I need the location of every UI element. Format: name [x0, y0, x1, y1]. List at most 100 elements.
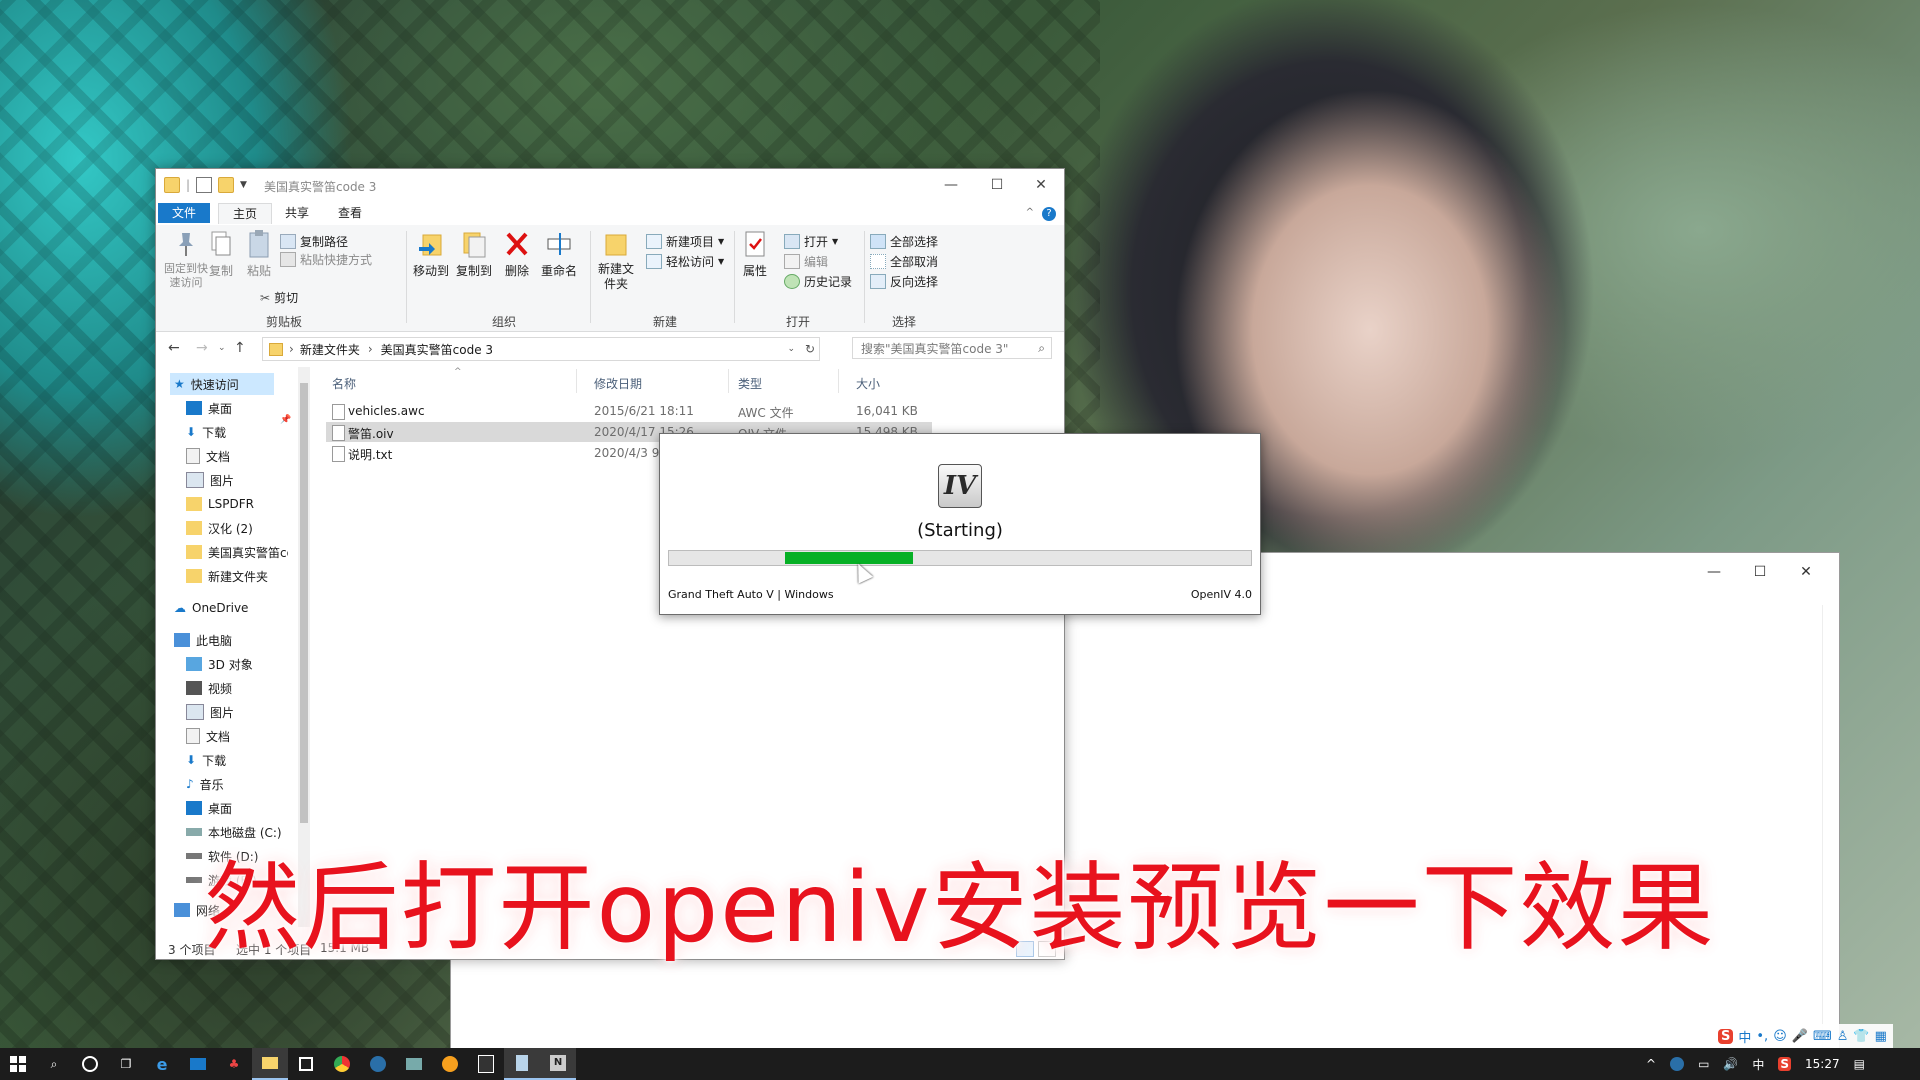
customize-dropdown-icon[interactable]: ▼: [240, 180, 247, 190]
nav-3d-objects[interactable]: 3D 对象: [186, 653, 253, 675]
taskbar-app-openiv[interactable]: N: [540, 1048, 576, 1080]
nav-desktop[interactable]: 桌面: [186, 397, 232, 419]
column-divider[interactable]: [728, 369, 729, 393]
easy-access-button[interactable]: 轻松访问 ▼: [646, 253, 724, 270]
nav-downloads[interactable]: ⬇ 下载: [186, 421, 226, 443]
cut-button[interactable]: ✂ 剪切: [260, 289, 298, 306]
refresh-icon[interactable]: ↻: [805, 342, 815, 356]
move-to-button[interactable]: 移动到: [411, 229, 451, 279]
steam-tray-icon[interactable]: [1670, 1057, 1685, 1071]
select-all-button[interactable]: 全部选择: [870, 233, 938, 250]
nav-documents[interactable]: 文档: [186, 445, 230, 467]
skin-icon[interactable]: 👕: [1853, 1029, 1869, 1044]
column-divider[interactable]: [838, 369, 839, 393]
taskbar-app-notepad[interactable]: [504, 1048, 540, 1080]
sogou-tray-icon[interactable]: S: [1778, 1057, 1792, 1071]
title-bar[interactable]: | ▼ 美国真实警笛code 3 — ☐ ✕: [156, 169, 1064, 201]
taskbar-app-explorer[interactable]: [252, 1048, 288, 1080]
taskbar-app-chrome[interactable]: [324, 1048, 360, 1080]
clock[interactable]: 15:27: [1805, 1057, 1840, 1071]
openiv-dialog[interactable]: IV (Starting) Grand Theft Auto V | Windo…: [659, 433, 1261, 615]
column-header-name[interactable]: 名称: [332, 375, 356, 392]
new-item-button[interactable]: 新建项目 ▼: [646, 233, 724, 250]
collapse-ribbon-icon[interactable]: ^: [1026, 207, 1034, 218]
volume-icon[interactable]: 🔊: [1723, 1057, 1738, 1071]
nav-new-folder[interactable]: 新建文件夹: [186, 565, 268, 587]
copy-to-button[interactable]: 复制到: [454, 229, 494, 279]
nav-documents-pc[interactable]: 文档: [186, 725, 230, 747]
user-icon[interactable]: ♙: [1837, 1029, 1849, 1044]
paste-button[interactable]: 粘贴: [244, 229, 274, 279]
recent-locations-icon[interactable]: ⌄: [218, 343, 226, 353]
column-header-size[interactable]: 大小: [856, 375, 880, 392]
notification-icon[interactable]: ▤: [1854, 1057, 1865, 1071]
taskbar-app-store[interactable]: [288, 1048, 324, 1080]
back-button[interactable]: ←: [168, 340, 180, 356]
tab-view[interactable]: 查看: [324, 203, 376, 223]
network-icon[interactable]: ▭: [1698, 1057, 1709, 1071]
properties-icon[interactable]: [196, 177, 213, 193]
address-dropdown-icon[interactable]: ⌄: [787, 344, 795, 354]
taskbar-app-epic[interactable]: [468, 1048, 504, 1080]
nav-desktop-pc[interactable]: 桌面: [186, 797, 232, 819]
nav-hanhua[interactable]: 汉化 (2): [186, 517, 253, 539]
column-header-modified[interactable]: 修改日期: [594, 375, 642, 392]
taskbar-app-mail[interactable]: [180, 1048, 216, 1080]
tab-file[interactable]: 文件: [158, 203, 211, 223]
properties-button[interactable]: 属性: [740, 229, 770, 279]
scrollbar[interactable]: [1822, 605, 1839, 1053]
delete-button[interactable]: 删除: [501, 229, 533, 279]
tray-overflow-icon[interactable]: ^: [1646, 1057, 1656, 1071]
new-folder-icon[interactable]: [218, 177, 235, 193]
help-icon[interactable]: ?: [1042, 207, 1056, 221]
select-none-button[interactable]: 全部取消: [870, 253, 938, 270]
menu-grid-icon[interactable]: ▦: [1875, 1029, 1887, 1044]
taskbar-app-edge[interactable]: e: [144, 1048, 180, 1080]
scrollbar-thumb[interactable]: [300, 383, 308, 823]
nav-music[interactable]: ♪ 音乐: [186, 773, 224, 795]
maximize-button[interactable]: ☐: [1737, 561, 1783, 583]
column-header-type[interactable]: 类型: [738, 375, 762, 392]
nav-downloads-pc[interactable]: ⬇ 下载: [186, 749, 226, 771]
minimize-button[interactable]: —: [928, 169, 974, 201]
breadcrumb-item[interactable]: 新建文件夹: [300, 341, 360, 358]
punctuation-icon[interactable]: •,: [1756, 1029, 1768, 1044]
new-folder-button[interactable]: 新建文件夹: [596, 229, 636, 292]
task-view-button[interactable]: ❐: [108, 1048, 144, 1080]
maximize-button[interactable]: ☐: [974, 169, 1020, 201]
emoji-icon[interactable]: ☺: [1773, 1029, 1787, 1044]
keyboard-icon[interactable]: ⌨: [1813, 1029, 1832, 1044]
start-button[interactable]: [0, 1048, 36, 1080]
edit-button[interactable]: 编辑: [784, 253, 828, 270]
taskbar-app-steam[interactable]: [360, 1048, 396, 1080]
search-button[interactable]: ⌕: [36, 1048, 72, 1080]
ime-toolbar[interactable]: S 中 •, ☺ 🎤 ⌨ ♙ 👕 ▦: [1712, 1024, 1893, 1048]
taskbar-app-photos[interactable]: [396, 1048, 432, 1080]
close-button[interactable]: ✕: [1018, 169, 1064, 201]
nav-pictures[interactable]: 图片: [186, 469, 234, 491]
up-button[interactable]: ↑: [234, 340, 246, 356]
taskbar-app-sunlogin[interactable]: [432, 1048, 468, 1080]
copy-button[interactable]: 复制: [206, 229, 236, 279]
paste-shortcut-button[interactable]: 粘贴快捷方式: [280, 251, 372, 268]
copy-path-button[interactable]: 复制路径: [280, 233, 348, 250]
rename-button[interactable]: 重命名: [539, 229, 579, 279]
nav-pictures-pc[interactable]: 图片: [186, 701, 234, 723]
cortana-button[interactable]: [72, 1048, 108, 1080]
tab-home[interactable]: 主页: [218, 203, 273, 224]
microphone-icon[interactable]: 🎤: [1792, 1029, 1808, 1044]
tab-share[interactable]: 共享: [271, 203, 323, 223]
column-divider[interactable]: [576, 369, 577, 393]
history-button[interactable]: 历史记录: [784, 273, 852, 290]
pin-quick-access-button[interactable]: 固定到快速访问: [162, 229, 210, 290]
search-input[interactable]: 搜索"美国真实警笛code 3" ⌕: [852, 337, 1052, 359]
nav-onedrive[interactable]: ☁ OneDrive: [174, 597, 248, 619]
nav-lspdfr[interactable]: LSPDFR: [186, 493, 254, 515]
minimize-button[interactable]: —: [1691, 561, 1737, 583]
nav-quick-access[interactable]: ★ 快速访问: [170, 373, 274, 395]
close-button[interactable]: ✕: [1783, 561, 1829, 583]
nav-siren-folder[interactable]: 美国真实警笛co: [186, 541, 288, 563]
taskbar-app-game[interactable]: ♣: [216, 1048, 252, 1080]
invert-selection-button[interactable]: 反向选择: [870, 273, 938, 290]
ime-indicator[interactable]: 中: [1752, 1056, 1764, 1073]
